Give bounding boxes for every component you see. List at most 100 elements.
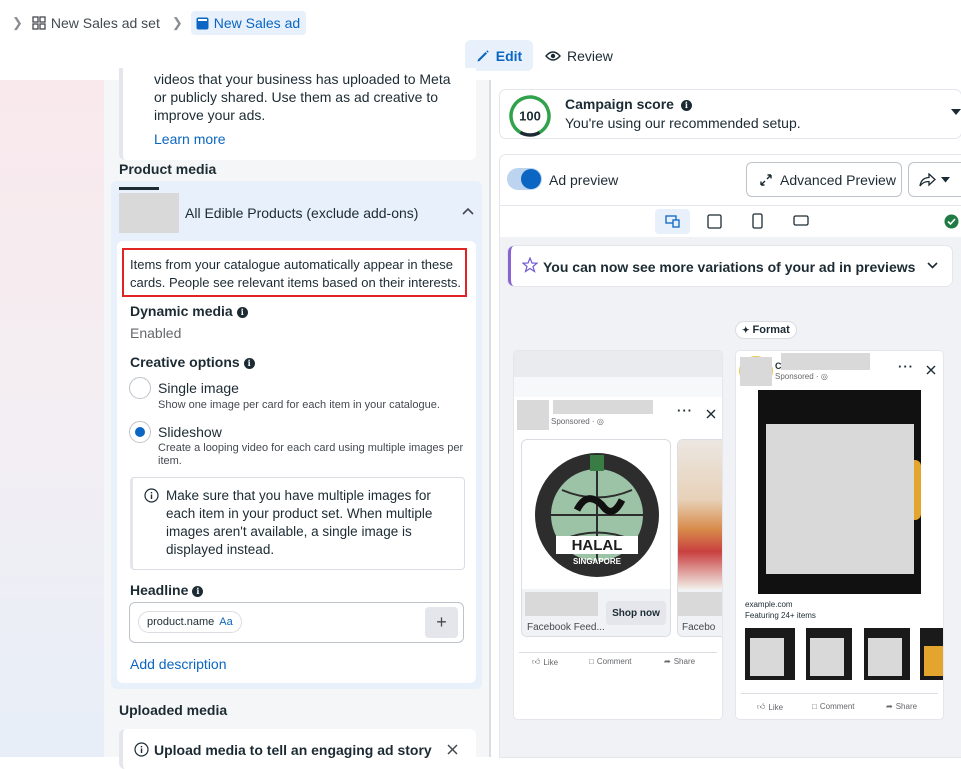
breadcrumb-adset[interactable]: New Sales ad set	[32, 15, 160, 31]
variations-banner[interactable]: You can now see more variations of your …	[508, 246, 952, 286]
dynamic-media-label-text: Dynamic media	[130, 303, 233, 319]
chevron-down-icon	[927, 262, 938, 269]
story-preview[interactable]: C Sponsored · ◎ ··· example.com Featurin…	[736, 351, 943, 719]
close-icon[interactable]	[926, 365, 936, 375]
plus-icon: +	[436, 612, 447, 632]
page-avatar	[740, 357, 772, 386]
single-image-title: Single image	[158, 380, 239, 396]
thumbnail-edge	[119, 187, 159, 190]
feed-preview[interactable]: Sponsored · ◎ ··· HALAL SINGAPORE Shop n…	[514, 351, 722, 719]
comment-icon: □	[589, 657, 594, 666]
intro-text: videos that your business has uploaded t…	[154, 71, 451, 123]
thumbs-up-icon: 👍︎	[757, 702, 766, 711]
product-image-placeholder	[766, 424, 914, 574]
ad-preview-toggle[interactable]	[507, 168, 542, 190]
share-preview-button[interactable]	[908, 162, 961, 197]
product-thumb-placeholder	[868, 638, 902, 676]
page-name-placeholder	[553, 400, 653, 414]
info-icon[interactable]: i	[243, 357, 255, 369]
expand-icon	[760, 173, 772, 186]
card-caption: Facebo	[682, 622, 716, 633]
info-icon[interactable]: i	[192, 585, 204, 597]
product-set-name: All Edible Products (exclude add-ons)	[185, 205, 419, 221]
close-icon[interactable]	[447, 744, 458, 755]
chevron-right-icon: ❯	[12, 15, 23, 30]
product-set-row[interactable]: All Edible Products (exclude add-ons)	[119, 187, 479, 237]
learn-more-link[interactable]: Learn more	[154, 131, 226, 147]
breadcrumb-ad[interactable]: New Sales ad	[190, 11, 307, 35]
logo-sub: SINGAPORE	[573, 557, 622, 566]
headline-field[interactable]: product.name Aa +	[129, 602, 464, 643]
slideshow-title: Slideshow	[158, 424, 222, 440]
square-format-icon[interactable]	[707, 214, 722, 229]
campaign-score-card[interactable]: 100 Campaign score i You're using our rec…	[500, 90, 961, 138]
breadcrumb-ad-label: New Sales ad	[213, 15, 301, 31]
story-domain: example.com	[745, 600, 793, 609]
chevron-up-icon[interactable]	[462, 207, 474, 215]
product-thumb[interactable]	[745, 628, 795, 680]
slideshow-desc: Create a looping video for each card usi…	[158, 442, 464, 467]
slideshow-radio[interactable]	[129, 421, 151, 443]
upload-banner-text: Upload media to tell an engaging ad stor…	[154, 742, 432, 758]
comment-action[interactable]: □ Comment	[589, 657, 632, 666]
close-icon[interactable]	[706, 409, 716, 419]
score-gauge: 100	[509, 95, 551, 137]
product-thumb[interactable]	[920, 628, 943, 680]
comment-action[interactable]: □ Comment	[812, 702, 855, 711]
cake-image	[678, 440, 722, 589]
campaign-score-title: Campaign score i	[565, 96, 692, 112]
shop-now-button[interactable]: Shop now	[606, 601, 666, 625]
dynamic-media-value: Enabled	[130, 325, 182, 341]
like-action[interactable]: 👍︎ Like	[532, 657, 558, 667]
headline-token[interactable]: product.name Aa	[138, 611, 242, 633]
tab-review[interactable]: Review	[545, 40, 613, 71]
comment-icon: □	[812, 702, 817, 711]
actions-divider	[519, 652, 717, 653]
more-options-icon[interactable]: ···	[898, 359, 914, 374]
share-arrow-icon	[919, 172, 936, 186]
sponsored-text: Sponsored ·	[551, 417, 597, 426]
catalogue-note: Items from your catalogue automatically …	[130, 257, 461, 290]
like-label: Like	[768, 702, 784, 712]
share-action[interactable]: ➦ Share	[886, 702, 917, 711]
campaign-score-title-text: Campaign score	[565, 96, 674, 112]
add-button[interactable]: +	[425, 607, 458, 638]
pencil-icon	[477, 49, 489, 61]
ad-icon	[196, 17, 209, 29]
caret-down-icon[interactable]	[951, 109, 961, 116]
breadcrumb: ❯ New Sales ad set ❯ New Sales ad	[12, 11, 307, 35]
headline-token-text: product.name	[147, 616, 215, 628]
caret-down-icon	[941, 176, 950, 182]
devices-icon	[665, 215, 680, 228]
info-icon[interactable]: i	[236, 306, 248, 318]
product-thumb[interactable]	[806, 628, 852, 680]
carousel-card[interactable]: HALAL SINGAPORE Shop now Facebook Feed..…	[521, 439, 671, 637]
card-title-placeholder	[678, 592, 722, 616]
like-action[interactable]: 👍︎ Like	[757, 702, 783, 712]
dynamic-media-label: Dynamic media i	[130, 303, 248, 319]
info-circle-icon	[134, 742, 149, 757]
horizontal-format-icon[interactable]	[793, 215, 809, 226]
vertical-format-icon[interactable]	[752, 213, 763, 229]
sponsored-label: Sponsored · ◎	[551, 417, 604, 426]
story-media	[758, 390, 921, 594]
card-title-placeholder	[525, 592, 598, 616]
placement-all-button[interactable]	[655, 209, 690, 234]
more-options-icon[interactable]: ···	[677, 403, 693, 418]
share-action[interactable]: ➦ Share	[664, 657, 695, 666]
share-icon: ➦	[886, 702, 893, 711]
carousel-card-next[interactable]: Facebo	[677, 439, 722, 637]
logo-text: HALAL	[572, 537, 623, 554]
add-description-link[interactable]: Add description	[130, 656, 227, 672]
headline-token-suffix: Aa	[219, 616, 233, 628]
slideshow-notice: Make sure that you have multiple images …	[130, 477, 465, 570]
tab-edit[interactable]: Edit	[465, 40, 533, 71]
product-thumb[interactable]	[864, 628, 910, 680]
background-gradient	[0, 80, 104, 757]
share-label: Share	[673, 657, 696, 666]
single-image-radio[interactable]	[129, 377, 151, 399]
info-icon[interactable]: i	[680, 99, 692, 111]
headline-label: Headline i	[130, 582, 204, 598]
score-value: 100	[519, 109, 541, 124]
advanced-preview-button[interactable]: Advanced Preview	[746, 162, 902, 197]
